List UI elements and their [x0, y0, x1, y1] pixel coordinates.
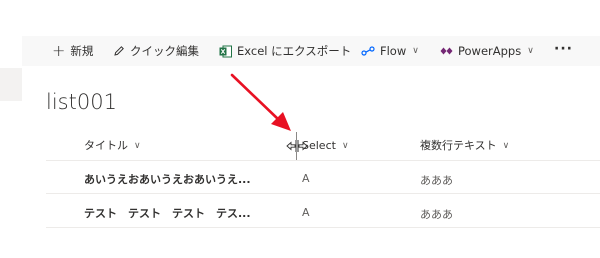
chevron-down-icon: ∨ [502, 141, 510, 151]
row-divider [46, 193, 600, 194]
excel-icon [219, 45, 232, 58]
quick-edit-button[interactable]: クイック編集 [113, 43, 199, 59]
cell-multiline: あああ [420, 174, 453, 187]
column-header-multiline[interactable]: 複数行テキスト ∨ [420, 135, 509, 157]
new-button[interactable]: + 新規 [52, 40, 94, 60]
flow-icon [361, 46, 375, 56]
chevron-down-icon: ∨ [341, 141, 349, 151]
flow-menu[interactable]: Flow ∨ [361, 44, 419, 58]
cell-select: A [302, 206, 310, 219]
cell-multiline: あああ [420, 208, 453, 221]
page-title: list001 [46, 90, 117, 114]
cell-title[interactable]: あいうえおあいうえおあいうえ... [84, 171, 251, 187]
cell-title[interactable]: テスト テスト テスト テス... [84, 205, 251, 221]
column-header-label: 複数行テキスト [420, 139, 497, 152]
chevron-down-icon: ∨ [134, 141, 141, 151]
export-label: Excel にエクスポート [237, 44, 352, 58]
pencil-icon [113, 45, 125, 57]
column-header-title[interactable]: タイトル ∨ [84, 135, 141, 157]
row-divider [46, 160, 600, 161]
row-divider [46, 227, 600, 228]
column-resize-icon [286, 140, 308, 152]
cell-select: A [302, 172, 310, 185]
column-header-label: タイトル [84, 139, 128, 152]
powerapps-icon [440, 46, 453, 56]
export-excel-button[interactable]: Excel にエクスポート [219, 43, 351, 59]
plus-icon: + [52, 40, 66, 60]
chevron-down-icon: ∨ [527, 46, 534, 56]
more-icon[interactable]: ··· [554, 41, 573, 57]
left-nav-strip [0, 68, 22, 101]
flow-label: Flow [380, 44, 407, 58]
quick-edit-label: クイック編集 [130, 44, 199, 58]
command-bar: + 新規 クイック編集 Excel にエクスポート Flow ∨ PowerAp… [22, 36, 600, 66]
chevron-down-icon: ∨ [412, 46, 419, 56]
powerapps-menu[interactable]: PowerApps ∨ [440, 44, 534, 58]
new-label: 新規 [70, 44, 94, 58]
powerapps-label: PowerApps [458, 44, 522, 58]
